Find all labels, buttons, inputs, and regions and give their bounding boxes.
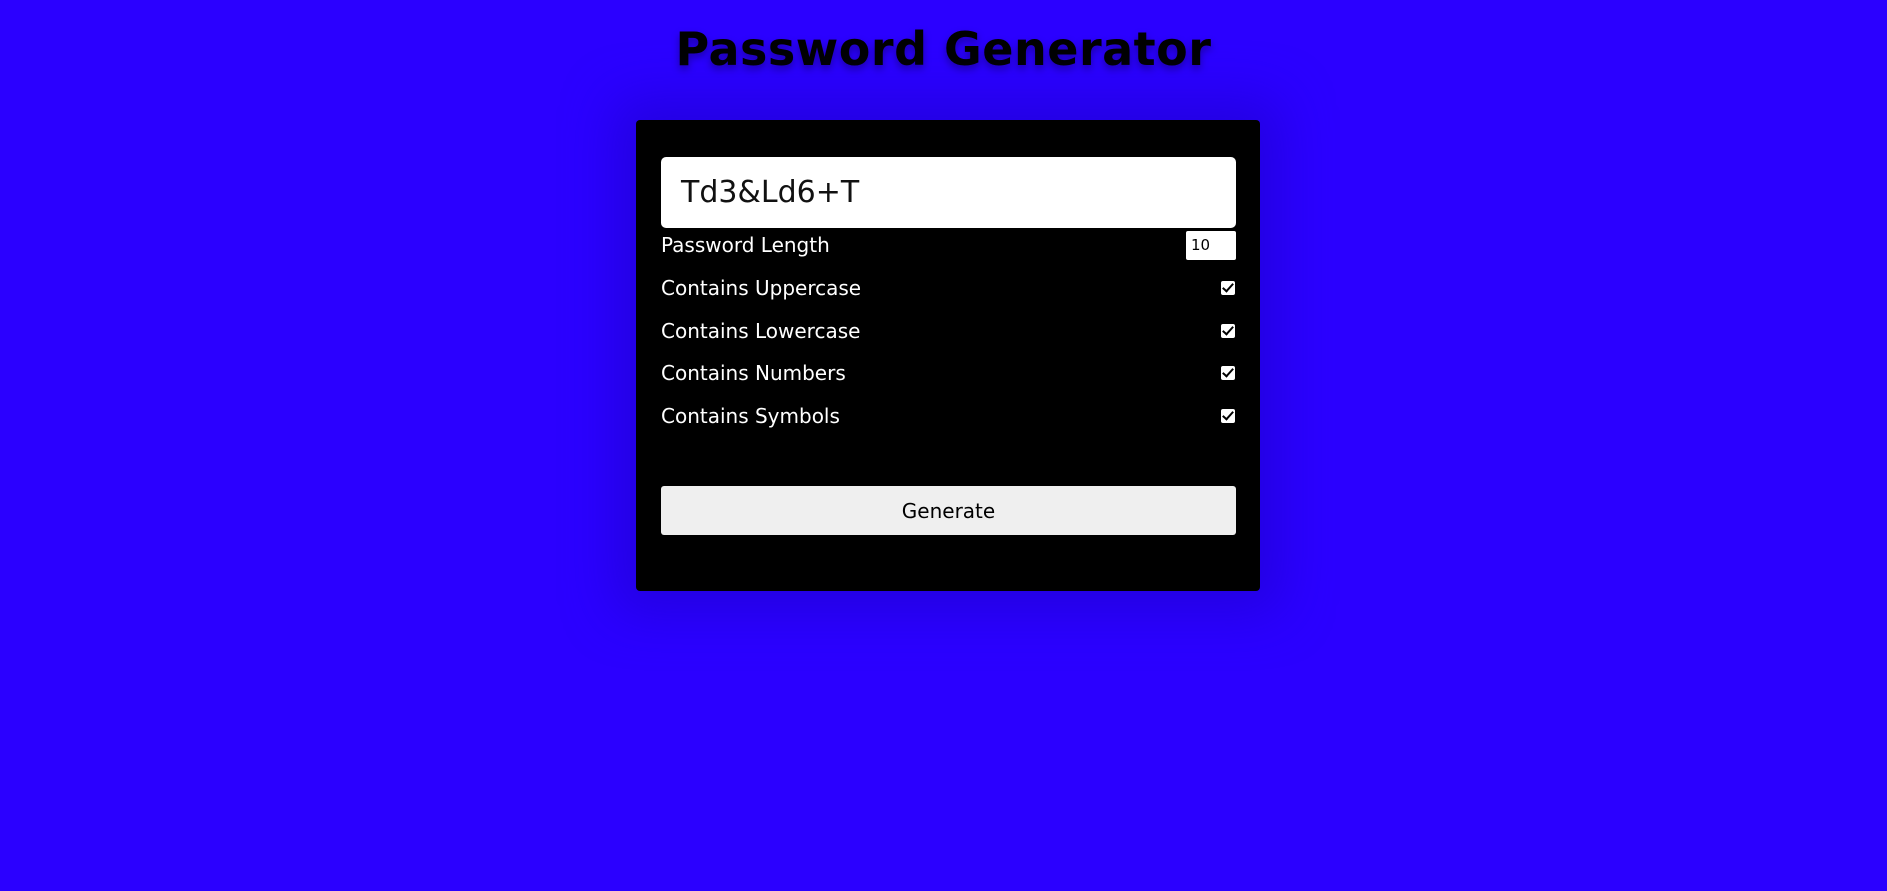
password-result-text: Td3&Ld6+T <box>681 175 860 210</box>
lowercase-checkbox[interactable] <box>1221 323 1235 338</box>
symbols-checkbox[interactable] <box>1221 408 1235 423</box>
checkmark-icon <box>1222 365 1234 378</box>
checkmark-icon <box>1222 323 1234 336</box>
page-title: Password Generator <box>675 22 1212 76</box>
checkmark-icon <box>1222 280 1234 293</box>
generator-card: Td3&Ld6+T Password Length Contains Upper… <box>636 120 1260 591</box>
numbers-option-row: Contains Numbers <box>661 358 1236 388</box>
numbers-label: Contains Numbers <box>661 361 846 385</box>
lowercase-label: Contains Lowercase <box>661 319 861 343</box>
numbers-checkbox[interactable] <box>1221 365 1235 380</box>
generate-button[interactable]: Generate <box>661 486 1236 535</box>
uppercase-label: Contains Uppercase <box>661 276 862 300</box>
uppercase-checkbox[interactable] <box>1221 280 1235 295</box>
checkmark-icon <box>1222 408 1234 421</box>
password-result[interactable]: Td3&Ld6+T <box>661 157 1236 228</box>
symbols-label: Contains Symbols <box>661 404 840 428</box>
password-length-label: Password Length <box>661 233 830 257</box>
uppercase-option-row: Contains Uppercase <box>661 273 1236 303</box>
lowercase-option-row: Contains Lowercase <box>661 316 1236 346</box>
password-length-row: Password Length <box>661 230 1236 260</box>
symbols-option-row: Contains Symbols <box>661 401 1236 431</box>
password-length-input[interactable] <box>1186 230 1236 260</box>
